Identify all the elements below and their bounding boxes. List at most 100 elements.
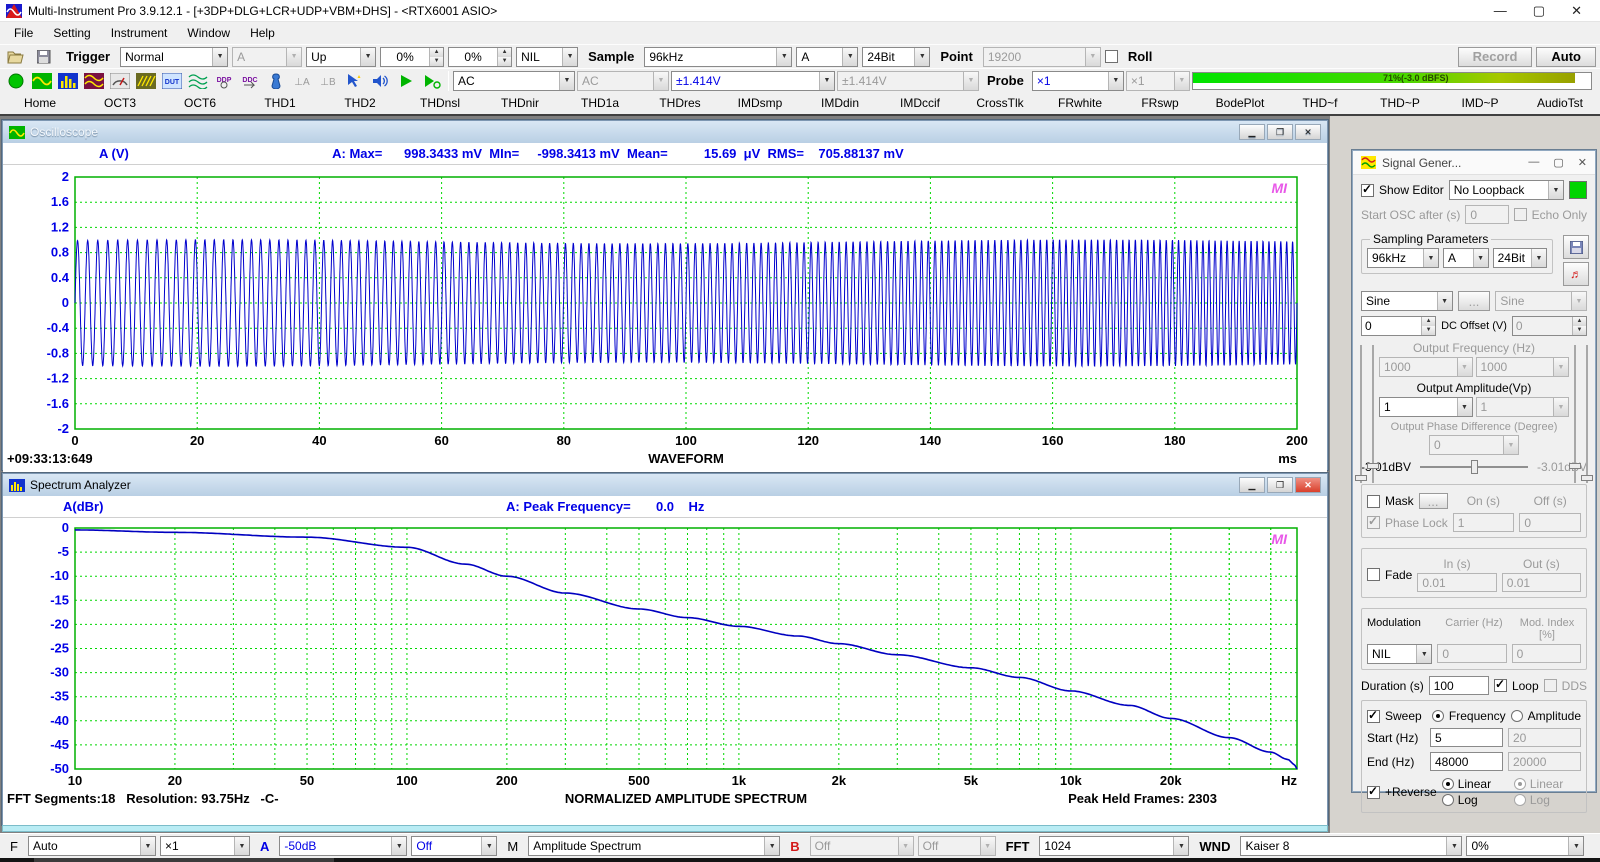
sg-channel-select[interactable]: A▼ (1443, 248, 1489, 268)
tab-oct3[interactable]: OCT3 (80, 92, 160, 114)
spectrum-title-bar[interactable]: Spectrum Analyzer ▁ ❐ ✕ (3, 474, 1327, 496)
tab-frswp[interactable]: FRswp (1120, 92, 1200, 114)
roll-checkbox[interactable] (1105, 50, 1118, 63)
show-editor-checkbox[interactable] (1361, 184, 1374, 197)
amplitude-a-select[interactable]: 1▼ (1379, 397, 1473, 417)
open-file-icon[interactable] (4, 46, 28, 67)
mask-checkbox[interactable] (1367, 495, 1380, 508)
fade-out-input[interactable]: 0.01 (1502, 573, 1581, 592)
spin-up-icon[interactable]: ▲ (430, 48, 443, 57)
range-b-select[interactable]: ±1.414V▼ (837, 71, 979, 91)
spectrum-3d-icon[interactable] (134, 70, 158, 91)
a-filter-select[interactable]: Off▼ (411, 836, 497, 856)
probe-cal-b-icon[interactable]: ⊥B (316, 70, 340, 91)
probe-a-select[interactable]: ×1▼ (1032, 71, 1124, 91)
minimize-button[interactable]: ▁ (1239, 124, 1265, 140)
menu-file[interactable]: File (4, 23, 43, 43)
tab-thdnsl[interactable]: THDnsl (400, 92, 480, 114)
level-slider-a-left[interactable] (1360, 345, 1362, 483)
point-select[interactable]: 19200▼ (983, 47, 1101, 67)
tab-thd2[interactable]: THD2 (320, 92, 400, 114)
spin-down-icon[interactable]: ▼ (1573, 326, 1586, 335)
sweep-end-b-input[interactable]: 20000 (1508, 752, 1581, 771)
save-icon[interactable] (32, 46, 56, 67)
reverse-checkbox[interactable] (1367, 786, 1380, 799)
fft-size-select[interactable]: 1024▼ (1039, 836, 1189, 856)
sweep-frequency-radio[interactable] (1432, 710, 1444, 722)
minimize-button[interactable]: — (1494, 3, 1507, 19)
fade-checkbox[interactable] (1367, 568, 1380, 581)
balance-slider[interactable] (1420, 466, 1528, 468)
scale-linear-b-radio[interactable] (1514, 778, 1526, 790)
amplitude-b-select[interactable]: 1▼ (1476, 397, 1570, 417)
scale-log-b-radio[interactable] (1514, 794, 1526, 806)
oscilloscope-icon[interactable] (30, 70, 54, 91)
b-filter-select[interactable]: Off▼ (918, 836, 996, 856)
tab-thd1[interactable]: THD1 (240, 92, 320, 114)
slider-handle[interactable] (1569, 463, 1581, 469)
trigger-mode-select[interactable]: Normal▼ (120, 47, 228, 67)
echo-only-checkbox[interactable] (1514, 208, 1527, 221)
level-slider-b-right[interactable] (1586, 345, 1588, 483)
sg-bits-select[interactable]: 24Bit▼ (1493, 248, 1547, 268)
multimeter-icon[interactable] (108, 70, 132, 91)
spectrum-analyzer-icon[interactable] (56, 70, 80, 91)
range-a-select[interactable]: ±1.414V▼ (671, 71, 835, 91)
slider-handle[interactable] (1471, 460, 1478, 474)
sweep-amplitude-radio[interactable] (1511, 710, 1523, 722)
tab-home[interactable]: Home (0, 92, 80, 114)
restore-button[interactable]: ❐ (1267, 124, 1293, 140)
calibration-icon[interactable] (264, 70, 288, 91)
slider-handle[interactable] (1355, 475, 1367, 481)
probe-cal-a-icon[interactable]: ⊥A (290, 70, 314, 91)
waveform-more-button[interactable]: ... (1458, 291, 1491, 311)
minimize-button[interactable]: ▁ (1239, 477, 1265, 493)
loop-checkbox[interactable] (1494, 679, 1507, 692)
sound-input-icon[interactable] (342, 70, 366, 91)
tab-imdsmp[interactable]: IMDsmp (720, 92, 800, 114)
derived-data-icon[interactable] (186, 70, 210, 91)
dc-offset-a-spinner[interactable]: 0▲▼ (1361, 316, 1436, 336)
sweep-start-a-input[interactable]: 5 (1430, 728, 1503, 747)
ddc-icon[interactable]: DDC (238, 70, 262, 91)
sg-rate-select[interactable]: 96kHz▼ (1367, 248, 1439, 268)
mod-index-input[interactable]: 0 (1512, 644, 1581, 663)
tab-audiotst[interactable]: AudioTst (1520, 92, 1600, 114)
tab-thdnir[interactable]: THDnir (480, 92, 560, 114)
trigger-source-select[interactable]: A▼ (232, 47, 302, 67)
close-button[interactable]: ✕ (1295, 124, 1321, 140)
trigger-filter-select[interactable]: NIL▼ (516, 47, 578, 67)
scale-log-a-radio[interactable] (1442, 794, 1454, 806)
coupling-a-select[interactable]: AC▼ (453, 71, 575, 91)
tab-bodeplot[interactable]: BodePlot (1200, 92, 1280, 114)
phase-select[interactable]: 0▼ (1429, 435, 1519, 455)
mask-on-input[interactable]: 1 (1453, 513, 1515, 532)
zoom-select[interactable]: ×1▼ (160, 836, 250, 856)
duration-input[interactable]: 100 (1429, 676, 1489, 695)
phase-lock-checkbox[interactable] (1367, 516, 1380, 529)
trigger-edge-select[interactable]: Up▼ (306, 47, 376, 67)
menu-help[interactable]: Help (240, 23, 285, 43)
sample-channel-select[interactable]: A▼ (796, 47, 858, 67)
play-loop-icon[interactable] (420, 70, 444, 91)
mask-off-input[interactable]: 0 (1519, 513, 1581, 532)
device-test-plan-icon[interactable]: DUT (160, 70, 184, 91)
a-range-select[interactable]: -50dB▼ (279, 836, 407, 856)
mask-more-button[interactable]: ... (1419, 493, 1448, 509)
save-signal-button[interactable] (1563, 235, 1589, 259)
maximize-button[interactable]: ▢ (1553, 156, 1563, 169)
trigger-delay-spinner[interactable]: 0%▲▼ (448, 47, 512, 67)
minimize-button[interactable]: — (1528, 156, 1539, 169)
generator-on-button[interactable] (1569, 181, 1587, 199)
tab-thdres[interactable]: THDres (640, 92, 720, 114)
close-button[interactable]: ✕ (1578, 156, 1587, 169)
tab-thd~p[interactable]: THD~P (1360, 92, 1440, 114)
menu-window[interactable]: Window (177, 23, 240, 43)
restore-button[interactable]: ❐ (1267, 477, 1293, 493)
spin-up-icon[interactable]: ▲ (498, 48, 511, 57)
fade-in-input[interactable]: 0.01 (1417, 573, 1496, 592)
menu-instrument[interactable]: Instrument (101, 23, 178, 43)
close-button[interactable]: ✕ (1571, 3, 1582, 19)
sweep-start-b-input[interactable]: 20 (1508, 728, 1581, 747)
tab-frwhite[interactable]: FRwhite (1040, 92, 1120, 114)
